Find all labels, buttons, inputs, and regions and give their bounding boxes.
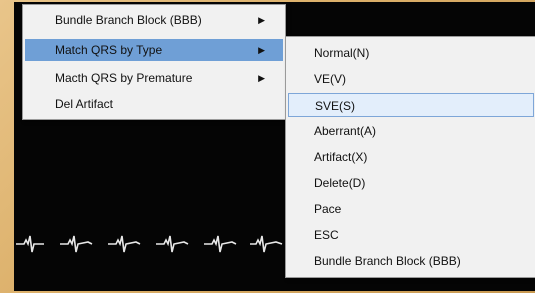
submenu-item-sve[interactable]: SVE(S)	[288, 93, 534, 117]
submenu-arrow-icon: ▶	[258, 15, 265, 25]
submenu-item-label: ESC	[314, 228, 339, 242]
submenu-item-label: Aberrant(A)	[314, 124, 377, 138]
submenu-item-ve[interactable]: VE(V)	[288, 67, 534, 91]
submenu-item-delete[interactable]: Delete(D)	[288, 171, 534, 195]
submenu-item-label: Bundle Branch Block (BBB)	[314, 254, 461, 268]
submenu-item-label: Normal(N)	[314, 46, 370, 60]
submenu-arrow-icon: ▶	[258, 73, 265, 83]
submenu-item-aberrant[interactable]: Aberrant(A)	[288, 119, 534, 143]
ecg-beat	[108, 235, 141, 253]
menu-item-label: Bundle Branch Block (BBB)	[55, 13, 202, 27]
menu-item-match-qrs-by-premature[interactable]: Macth QRS by Premature ▶	[25, 67, 283, 89]
submenu-item-pace[interactable]: Pace	[288, 197, 534, 221]
submenu-item-label: SVE(S)	[315, 99, 356, 113]
menu-item-label: Del Artifact	[55, 97, 114, 111]
ecg-beat	[250, 235, 283, 253]
menu-item-label: Macth QRS by Premature	[55, 71, 193, 85]
submenu-item-esc[interactable]: ESC	[288, 223, 534, 247]
menu-item-match-qrs-by-type[interactable]: Match QRS by Type ▶	[25, 39, 283, 61]
menu-item-bundle-branch-block[interactable]: Bundle Branch Block (BBB) ▶	[25, 9, 283, 31]
menu-item-del-artifact[interactable]: Del Artifact	[25, 93, 283, 115]
submenu-item-label: Delete(D)	[314, 176, 366, 190]
ecg-beat	[156, 235, 189, 253]
submenu-arrow-icon: ▶	[258, 45, 265, 55]
submenu-item-label: Pace	[314, 202, 342, 216]
submenu-item-normal[interactable]: Normal(N)	[288, 41, 534, 65]
submenu-match-qrs-by-type: Normal(N) VE(V) SVE(S) Aberrant(A) Artif…	[285, 36, 535, 278]
submenu-item-label: Artifact(X)	[314, 150, 368, 164]
context-menu: Bundle Branch Block (BBB) ▶ Match QRS by…	[22, 4, 286, 120]
ecg-beat	[204, 235, 237, 253]
ecg-beat	[16, 235, 44, 253]
menu-item-label: Match QRS by Type	[55, 43, 163, 57]
submenu-item-label: VE(V)	[314, 72, 347, 86]
ecg-beat	[60, 235, 93, 253]
submenu-item-artifact[interactable]: Artifact(X)	[288, 145, 534, 169]
submenu-item-bundle-branch-block[interactable]: Bundle Branch Block (BBB)	[288, 249, 534, 273]
